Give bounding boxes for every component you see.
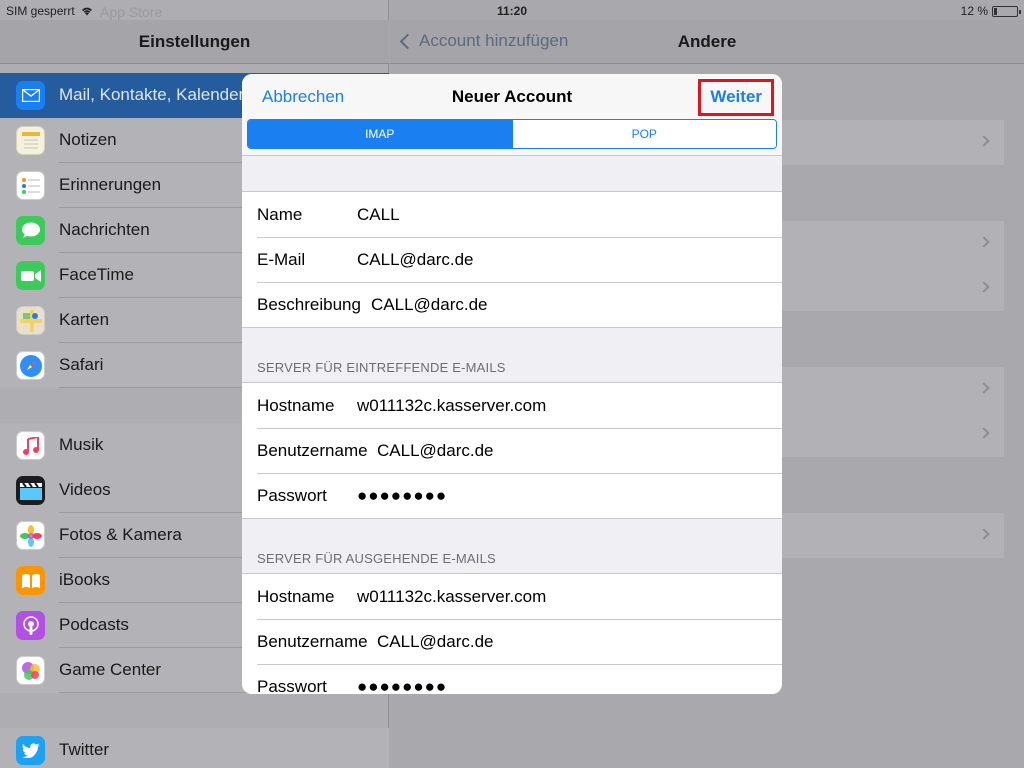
sidebar-item-label: Notizen — [59, 130, 117, 149]
incoming-section-header: SERVER FÜR EINTREFFENDE E-MAILS — [257, 360, 506, 375]
form-row-password[interactable]: Passwort ●●●●●●●● — [242, 664, 782, 694]
incoming-server-group: Hostname w011132c.kasserver.com Benutzer… — [242, 382, 782, 519]
field-label: Passwort — [257, 677, 327, 694]
battery-percent: 12 % — [960, 4, 988, 18]
form-row-password[interactable]: Passwort ●●●●●●●● — [242, 473, 782, 518]
incoming-password-field[interactable]: ●●●●●●●● — [357, 486, 447, 506]
outgoing-server-group: Hostname w011132c.kasserver.com Benutzer… — [242, 573, 782, 694]
master-title: Einstellungen — [138, 32, 251, 51]
sidebar-item-label: Erinnerungen — [59, 175, 162, 194]
form-row-description[interactable]: Beschreibung CALL@darc.de — [242, 282, 782, 327]
sidebar-item-label: Videos — [59, 480, 111, 499]
field-label: Hostname — [257, 587, 335, 606]
field-label: E-Mail — [257, 250, 306, 269]
chevron-right-icon — [978, 528, 990, 540]
description-field[interactable]: CALL@darc.de — [371, 295, 488, 315]
chevron-right-icon — [978, 236, 990, 248]
sidebar-item-label: Podcasts — [59, 615, 129, 634]
game-center-icon — [16, 656, 45, 685]
field-label: Passwort — [257, 486, 327, 505]
clock: 11:20 — [496, 4, 528, 18]
reminders-icon — [16, 171, 45, 200]
outgoing-username-field[interactable]: CALL@darc.de — [377, 632, 494, 652]
ibooks-icon — [16, 566, 45, 595]
form-row-hostname[interactable]: Hostname w011132c.kasserver.com — [242, 383, 782, 428]
form-row-email[interactable]: E-Mail CALL@darc.de — [242, 237, 782, 282]
modal-nav-bar: Abbrechen Neuer Account Weiter — [242, 74, 782, 118]
chevron-right-icon — [978, 281, 990, 293]
status-bar: SIM gesperrt App Store 11:20 12 % — [0, 0, 1024, 22]
podcasts-icon — [16, 611, 45, 640]
form-row-name[interactable]: Name CALL — [242, 192, 782, 237]
facetime-icon — [16, 261, 45, 290]
incoming-hostname-field[interactable]: w011132c.kasserver.com — [357, 396, 546, 416]
videos-icon — [16, 476, 45, 505]
outgoing-password-field[interactable]: ●●●●●●●● — [357, 677, 447, 694]
sidebar-item-label: Karten — [59, 310, 110, 329]
form-row-hostname[interactable]: Hostname w011132c.kasserver.com — [242, 574, 782, 619]
chevron-right-icon — [978, 382, 990, 394]
notes-icon — [16, 126, 45, 155]
outgoing-hostname-field[interactable]: w011132c.kasserver.com — [357, 587, 546, 607]
sidebar-item-label: Fotos & Kamera — [59, 525, 182, 544]
form-row-username[interactable]: Benutzername CALL@darc.de — [242, 428, 782, 473]
sidebar-item-label: Musik — [59, 435, 104, 454]
segment-pop[interactable]: POP — [511, 120, 776, 148]
field-label: Name — [257, 205, 303, 224]
name-field[interactable]: CALL — [357, 205, 400, 225]
maps-icon — [16, 306, 45, 335]
incoming-username-field[interactable]: CALL@darc.de — [377, 441, 494, 461]
segment-area: IMAP POP — [242, 118, 782, 156]
account-group: Name CALL E-Mail CALL@darc.de Beschreibu… — [242, 191, 782, 328]
battery-icon — [992, 5, 1021, 17]
messages-icon — [16, 216, 45, 245]
detail-nav-bar: Account hinzufügen Andere — [390, 20, 1024, 64]
safari-icon — [16, 351, 45, 380]
sidebar-item-label: Nachrichten — [59, 220, 150, 239]
mail-icon — [16, 81, 45, 110]
twitter-icon — [16, 736, 45, 765]
outgoing-section-header: SERVER FÜR AUSGEHENDE E-MAILS — [257, 551, 496, 566]
new-account-modal: Abbrechen Neuer Account Weiter IMAP POP … — [242, 74, 782, 694]
sidebar-item-label: Game Center — [59, 660, 162, 679]
detail-title: Andere — [677, 32, 737, 51]
photos-icon — [16, 521, 45, 550]
battery-status: 12 % — [960, 4, 1021, 18]
field-label: Beschreibung — [257, 295, 361, 314]
chevron-right-icon — [978, 427, 990, 439]
sidebar-item-label: Mail, Kontakte, Kalender — [59, 85, 245, 104]
sidebar-item-twitter[interactable]: Twitter — [0, 728, 389, 768]
form-row-username[interactable]: Benutzername CALL@darc.de — [242, 619, 782, 664]
sidebar-item-label: iBooks — [59, 570, 111, 589]
sidebar-item-label: Twitter — [59, 740, 110, 759]
field-label: Benutzername — [257, 441, 368, 460]
protocol-segmented-control: IMAP POP — [247, 119, 777, 149]
music-icon — [16, 431, 45, 460]
sidebar-item-label: FaceTime — [59, 265, 134, 284]
field-label: Benutzername — [257, 632, 368, 651]
highlight-box — [698, 79, 774, 116]
chevron-right-icon — [978, 135, 990, 147]
segment-imap[interactable]: IMAP — [248, 120, 512, 148]
email-field[interactable]: CALL@darc.de — [357, 250, 474, 270]
sidebar-item-label: Safari — [59, 355, 104, 374]
field-label: Hostname — [257, 396, 335, 415]
